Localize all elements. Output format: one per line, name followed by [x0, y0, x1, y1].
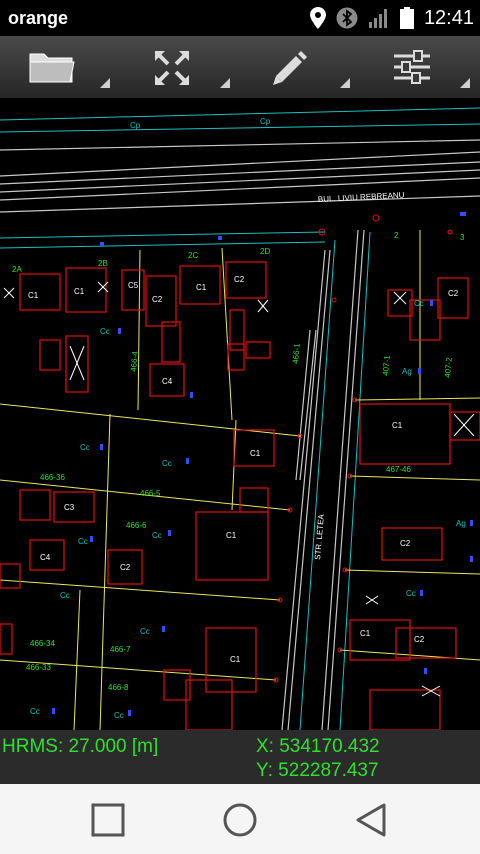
- toolbar: [0, 36, 480, 100]
- building-label: C2: [400, 539, 411, 548]
- y-coordinate: Y: 522287.437: [256, 760, 379, 781]
- land-use-label: Cc: [152, 531, 162, 540]
- building-label: C1: [28, 291, 39, 300]
- land-use-label: Cp: [260, 117, 271, 126]
- land-use-label: Ag: [456, 519, 466, 528]
- square-icon: [91, 803, 125, 837]
- dropdown-corner-icon: [340, 78, 350, 88]
- signal-icon: [368, 9, 387, 28]
- parcel-label: 2B: [98, 259, 108, 268]
- home-button[interactable]: [218, 798, 262, 842]
- open-file-button[interactable]: [0, 36, 118, 98]
- boulevard-lines: [0, 139, 480, 213]
- building-label: C1: [196, 283, 207, 292]
- folder-icon: [29, 53, 75, 83]
- street-lines: [281, 229, 365, 730]
- parcel-label: 407-1: [381, 354, 392, 376]
- recents-button[interactable]: [86, 798, 130, 842]
- building-label: C5: [128, 281, 139, 290]
- land-use-label: Ag: [402, 367, 412, 376]
- building-label: C2: [120, 563, 131, 572]
- building-label: C4: [40, 553, 51, 562]
- parcel-label: 466-8: [108, 683, 129, 692]
- building-label: C2: [152, 295, 163, 304]
- pencil-icon: [273, 51, 307, 85]
- parcel-label: 466-33: [26, 663, 51, 672]
- parcel-label: 467-46: [386, 465, 411, 474]
- battery-icon: [399, 7, 414, 29]
- parcel-label: 2: [394, 231, 399, 240]
- cad-drawing[interactable]: BUL. LIVIU REBREANU STR. LETEA 2A 2B 2C …: [0, 98, 480, 730]
- land-use-label: Cc: [162, 459, 172, 468]
- building-label: C1: [230, 655, 241, 664]
- edit-button[interactable]: [240, 36, 358, 98]
- building-label: C4: [162, 377, 173, 386]
- land-use-label: Cc: [80, 443, 90, 452]
- building-label: C3: [64, 503, 75, 512]
- map-canvas[interactable]: BUL. LIVIU REBREANU STR. LETEA 2A 2B 2C …: [0, 98, 480, 730]
- circle-icon: [223, 803, 257, 837]
- clock: 12:41: [423, 6, 474, 29]
- junction-points: [273, 214, 453, 683]
- dropdown-corner-icon: [100, 78, 110, 88]
- navigation-bar: [0, 784, 480, 854]
- land-use-label: Cc: [60, 591, 70, 600]
- parcel-label: 466-6: [126, 521, 147, 530]
- parcel-label: 407-2: [443, 356, 454, 378]
- land-use-label: Cc: [30, 707, 40, 716]
- parcel-label: 2C: [188, 251, 198, 260]
- building-label: C2: [448, 289, 459, 298]
- building-label: C1: [392, 421, 403, 430]
- parcel-label: 466-7: [110, 645, 131, 654]
- land-use-label: Cc: [78, 537, 88, 546]
- parcel-label: 466-5: [140, 489, 161, 498]
- status-icons: 12:41: [309, 5, 474, 31]
- location-icon: [309, 7, 326, 29]
- settings-sliders-icon: [394, 50, 430, 84]
- building-label: C1: [74, 287, 85, 296]
- land-use-label: Cc: [114, 711, 124, 720]
- building-label: C1: [360, 629, 371, 638]
- parcel-label: 466-34: [30, 639, 55, 648]
- dropdown-corner-icon: [220, 78, 230, 88]
- parcel-label: 2D: [260, 247, 270, 256]
- land-use-label: Cc: [406, 589, 416, 598]
- zoom-extents-button[interactable]: [120, 36, 238, 98]
- bluetooth-icon: [336, 7, 358, 29]
- building-label: C1: [226, 531, 237, 540]
- land-use-label: Cp: [130, 121, 141, 130]
- x-coordinate: X: 534170.432: [256, 736, 380, 757]
- parcel-label: 466-1: [291, 342, 302, 364]
- hrms-value: HRMS: 27.000 [m]: [2, 736, 159, 757]
- status-bar: orange 12:41: [0, 0, 480, 36]
- land-use-label: Cc: [414, 299, 424, 308]
- building-label: C2: [234, 275, 245, 284]
- back-button[interactable]: [350, 798, 394, 842]
- carrier-name: orange: [8, 8, 69, 28]
- building-label: C2: [414, 635, 425, 644]
- fullscreen-icon: [155, 51, 189, 85]
- building-label: C1: [250, 449, 261, 458]
- parcel-label: 466-36: [40, 473, 65, 482]
- parcel-label: 2A: [12, 265, 22, 274]
- street-label: BUL. LIVIU REBREANU: [318, 190, 405, 204]
- parcel-label: 466-4: [129, 350, 140, 372]
- coordinate-readout: HRMS: 27.000 [m] X: 534170.432 Y: 522287…: [0, 730, 480, 784]
- parcel-label: 3: [460, 233, 465, 242]
- triangle-back-icon: [356, 803, 386, 837]
- cadastral-lines: [0, 107, 480, 730]
- land-use-label: Cc: [140, 627, 150, 636]
- land-use-label: Cc: [100, 327, 110, 336]
- dropdown-corner-icon: [460, 78, 470, 88]
- settings-button[interactable]: [360, 36, 478, 98]
